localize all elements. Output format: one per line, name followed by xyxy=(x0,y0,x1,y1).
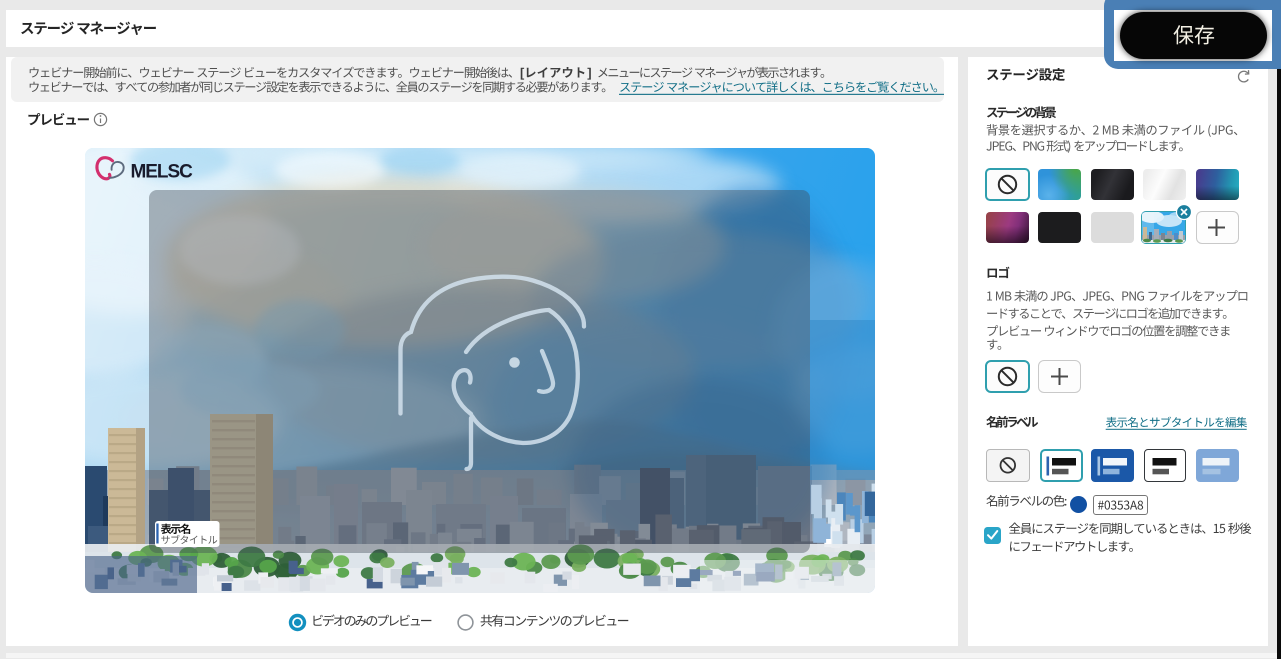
svg-text:MELSC: MELSC xyxy=(131,162,194,183)
